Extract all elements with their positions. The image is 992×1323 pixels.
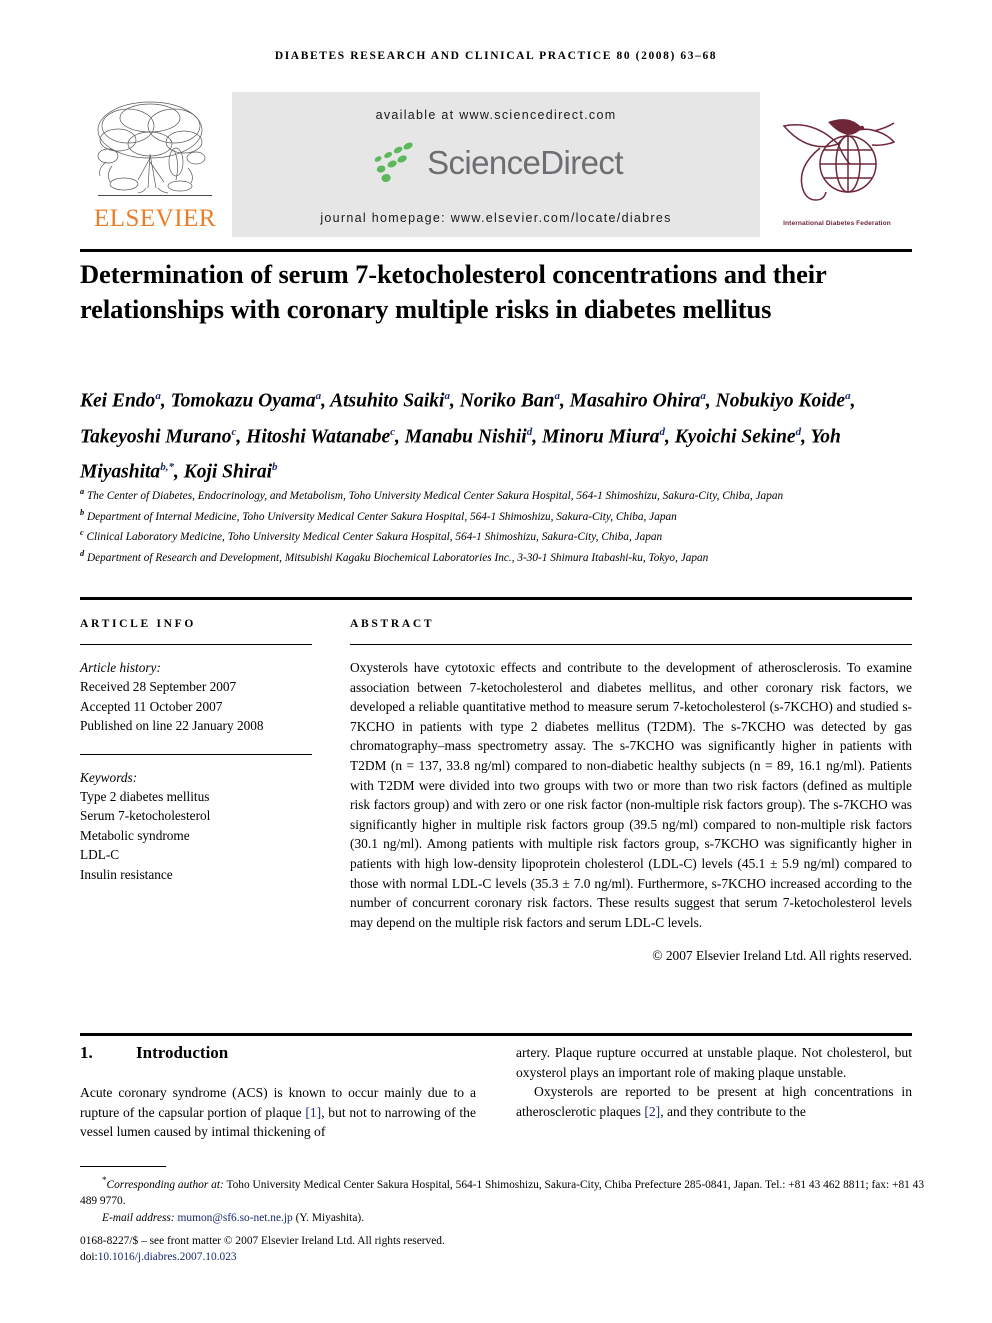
intro-right-paragraph-1: artery. Plaque rupture occurred at unsta… xyxy=(516,1045,912,1080)
sciencedirect-wordmark: ScienceDirect xyxy=(427,144,623,181)
section-number: 1. xyxy=(80,1043,93,1062)
elsevier-tree-icon xyxy=(88,96,220,204)
divider-body-top xyxy=(80,1033,912,1036)
affiliation-mark: b xyxy=(80,507,85,517)
email-link[interactable]: mumon@sf6.so-net.ne.jp xyxy=(178,1212,293,1224)
section-title: Introduction xyxy=(136,1043,229,1062)
email-note: E-mail address: mumon@sf6.so-net.ne.jp (… xyxy=(80,1210,925,1226)
article-info-rule-1 xyxy=(80,644,312,645)
keyword-item: Insulin resistance xyxy=(80,866,173,882)
idf-caption: International Diabetes Federation xyxy=(783,220,891,227)
keyword-item: Serum 7-ketocholesterol xyxy=(80,808,211,824)
article-history: Article history: Received 28 September 2… xyxy=(80,658,312,736)
affiliation-mark: a xyxy=(80,487,85,496)
history-item: Received 28 September 2007 xyxy=(80,679,237,695)
footnote-rule xyxy=(80,1166,166,1167)
abstract-heading: ABSTRACT xyxy=(350,618,435,630)
idf-logo: International Diabetes Federation xyxy=(762,92,912,237)
article-page: diabetes research and clinical practice … xyxy=(0,0,992,1323)
keyword-item: LDL-C xyxy=(80,847,120,863)
corresponding-author-note: *Corresponding author at: Toho Universit… xyxy=(80,1172,925,1210)
email-label: E-mail address: xyxy=(102,1211,175,1224)
section-heading-introduction: 1. Introduction xyxy=(80,1043,228,1063)
doi-link[interactable]: 10.1016/j.diabres.2007.10.023 xyxy=(98,1251,237,1263)
intro-right-paragraph-2: Oxysterols are reported to be present at… xyxy=(516,1082,912,1121)
keyword-list: Keywords: Type 2 diabetes mellitus Serum… xyxy=(80,768,312,884)
keywords-label: Keywords: xyxy=(80,769,138,785)
available-at-text: available at www.sciencedirect.com xyxy=(375,108,617,122)
intro-right-post: , and they contribute to the xyxy=(660,1103,806,1119)
hummingbird-globe-icon xyxy=(782,119,896,201)
affiliation-list: a The Center of Diabetes, Endocrinology,… xyxy=(80,484,925,566)
journal-homepage-text: journal homepage: www.elsevier.com/locat… xyxy=(320,211,672,225)
abstract-text: Oxysterols have cytotoxic effects and co… xyxy=(350,660,912,930)
affiliation-item: b Department of Internal Medicine, Toho … xyxy=(80,507,677,523)
tree-drawing xyxy=(97,101,206,194)
running-head: diabetes research and clinical practice … xyxy=(274,50,718,62)
doi-label: doi: xyxy=(80,1251,98,1264)
affiliation-mark: d xyxy=(80,548,85,558)
affiliation-mark: c xyxy=(80,528,84,538)
elsevier-wordmark: ELSEVIER xyxy=(93,205,217,232)
divider-abstract-top xyxy=(80,597,912,600)
front-matter-line: 0168-8227/$ – see front matter © 2007 El… xyxy=(80,1235,445,1248)
abstract-rule xyxy=(350,644,912,645)
corresponding-author-label: Corresponding author at: xyxy=(106,1178,224,1191)
sciencedirect-band: available at www.sciencedirect.com Scien… xyxy=(232,92,760,237)
keyword-item: Type 2 diabetes mellitus xyxy=(80,789,210,805)
abstract-column: ABSTRACT Oxysterols have cytotoxic effec… xyxy=(350,618,912,964)
sciencedirect-dots-icon xyxy=(374,142,413,183)
article-info-column: ARTICLE INFO Article history: Received 2… xyxy=(80,618,312,884)
abstract-copyright: © 2007 Elsevier Ireland Ltd. All rights … xyxy=(652,948,912,964)
body-column-left: Acute coronary syndrome (ACS) is known t… xyxy=(80,1083,476,1142)
affiliation-item: c Clinical Laboratory Medicine, Toho Uni… xyxy=(80,528,663,543)
article-history-label: Article history: xyxy=(80,660,161,675)
history-item: Accepted 11 October 2007 xyxy=(80,698,223,714)
footnote-block: *Corresponding author at: Toho Universit… xyxy=(80,1172,925,1266)
email-suffix: (Y. Miyashita). xyxy=(292,1211,365,1224)
affiliation-item: d Department of Research and Development… xyxy=(80,548,709,564)
keyword-item: Metabolic syndrome xyxy=(80,827,190,843)
affiliation-item: a The Center of Diabetes, Endocrinology,… xyxy=(80,487,784,502)
journal-banner: ELSEVIER available at www.sciencedirect.… xyxy=(80,92,912,237)
body-column-right: artery. Plaque rupture occurred at unsta… xyxy=(516,1043,912,1121)
tree-baseline xyxy=(98,194,212,196)
sciencedirect-logo: ScienceDirect xyxy=(232,141,760,197)
doi-line: doi:10.1016/j.diabres.2007.10.023 xyxy=(80,1249,925,1265)
page-title: Determination of serum 7-ketocholesterol… xyxy=(80,259,827,324)
author-list: Kei Endoa, Tomokazu Oyamaa, Atsuhito Sai… xyxy=(80,390,856,483)
elsevier-logo: ELSEVIER xyxy=(80,92,230,237)
article-info-rule-2 xyxy=(80,753,312,755)
divider-top xyxy=(80,249,912,252)
article-info-heading: ARTICLE INFO xyxy=(80,618,197,630)
citation-ref-1[interactable]: [1] xyxy=(305,1105,321,1120)
citation-ref-2[interactable]: [2] xyxy=(644,1104,660,1119)
history-item: Published on line 22 January 2008 xyxy=(80,718,264,734)
